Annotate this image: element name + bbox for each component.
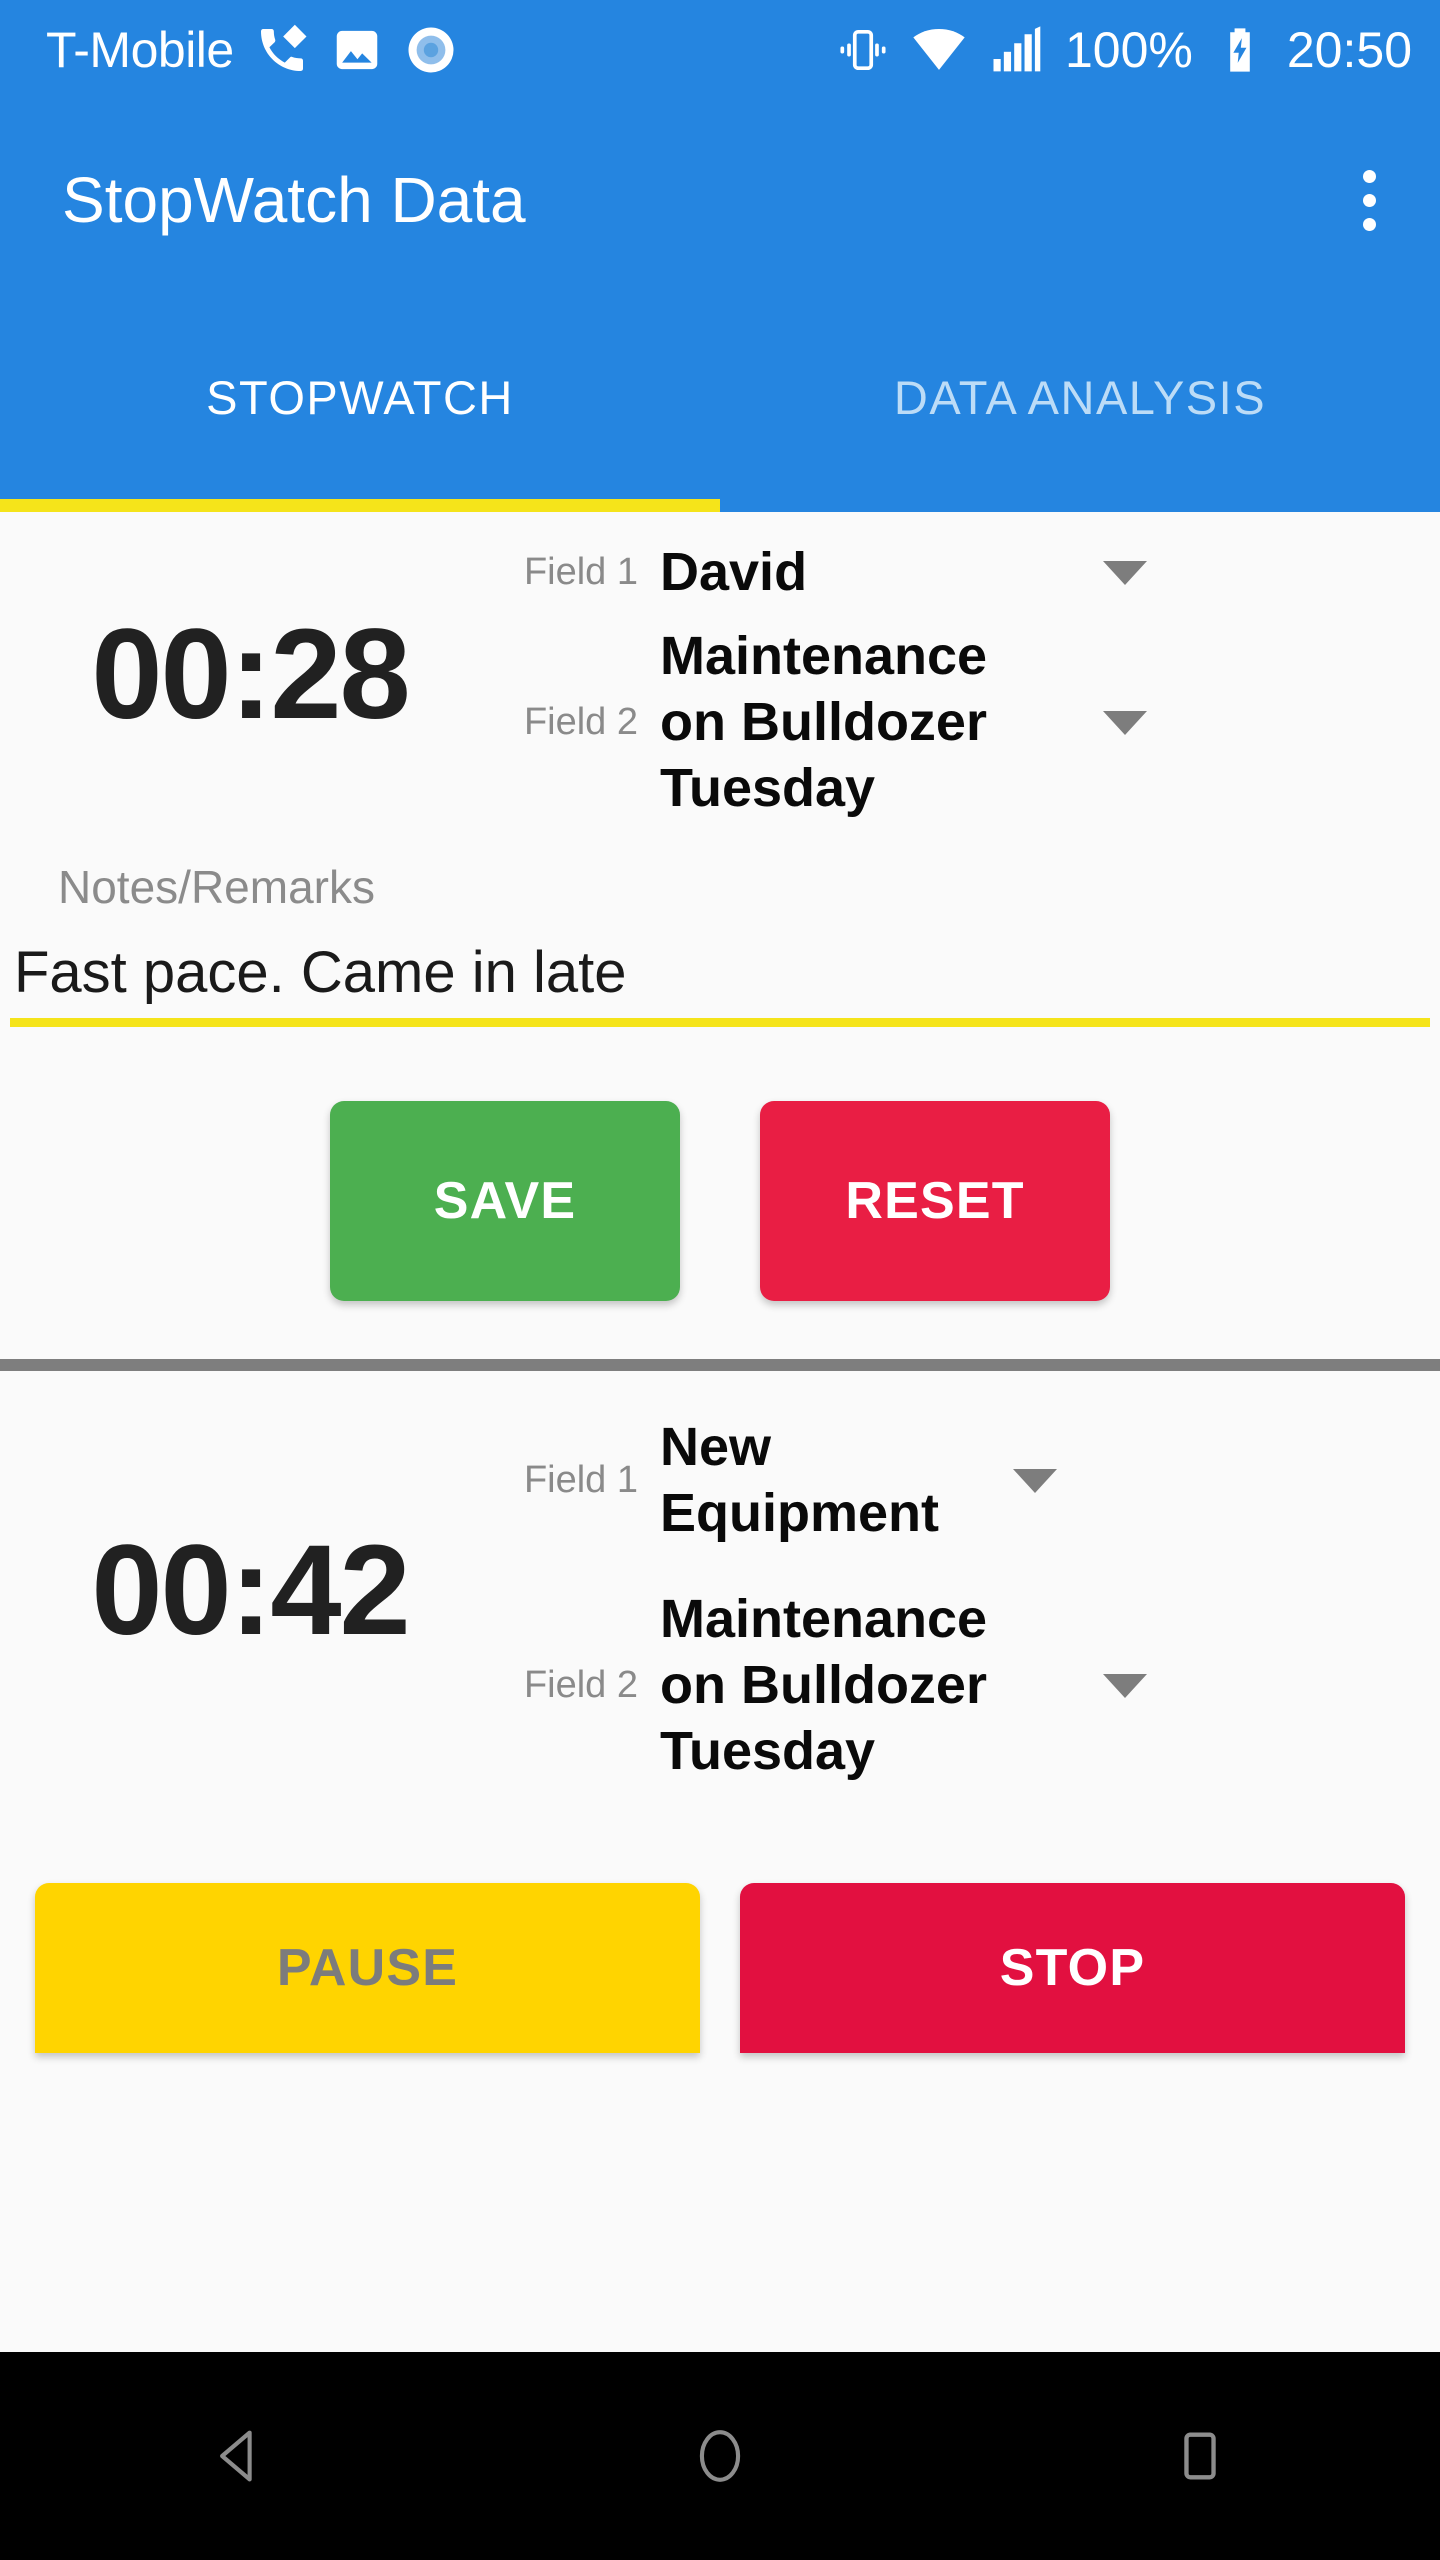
notes-input[interactable]: Fast pace. Came in late: [0, 910, 1440, 1018]
tab-active-indicator: [0, 499, 720, 512]
overflow-dot: [1363, 169, 1376, 183]
running-entry-card: 00:42 Field 1 New Equipment Field 2 Main…: [0, 1371, 1440, 2053]
status-bar-right: 100% 20:50: [837, 22, 1412, 78]
reset-button[interactable]: RESET: [760, 1101, 1110, 1301]
running-entry-field2-chevron-down-icon[interactable]: [1080, 1674, 1170, 1698]
android-nav-bar: [0, 2352, 1440, 2560]
home-circle-icon[interactable]: [645, 2381, 795, 2531]
circle-record-icon: [404, 23, 458, 77]
saved-entry-card: 00:28 Field 1 David Field 2 Maintenance …: [0, 512, 1440, 1359]
saved-entry-field1-chevron-down-icon[interactable]: [1080, 561, 1170, 585]
save-button[interactable]: SAVE: [330, 1101, 680, 1301]
saved-entry-field1-value: David: [660, 542, 808, 603]
phone-screen: T-Mobile 100% 20:50 StopWatch Data STOPW…: [0, 0, 1440, 2560]
saved-entry-field1-row[interactable]: Field 1 David: [500, 512, 1440, 608]
running-entry-button-row: PAUSE STOP: [0, 1811, 1440, 2053]
overflow-dot: [1363, 193, 1376, 207]
running-entry-fields: Field 1 New Equipment Field 2 Maintenanc…: [500, 1371, 1440, 1811]
notes-label: Notes/Remarks: [58, 861, 375, 913]
running-entry-field1-chevron-down-icon[interactable]: [990, 1469, 1080, 1493]
saved-entry-timer: 00:28: [91, 603, 410, 746]
running-entry-field2-label: Field 2: [523, 1664, 638, 1707]
running-entry-timer: 00:42: [91, 1519, 410, 1662]
carrier-label: T-Mobile: [46, 22, 234, 78]
running-entry-timer-wrap: 00:42: [0, 1371, 500, 1811]
saved-entry-field2-chevron-down-icon[interactable]: [1080, 711, 1170, 735]
running-entry-field1-value: New Equipment: [660, 1417, 939, 1543]
saved-entry-field1-label: Field 1: [523, 551, 638, 594]
image-icon: [330, 23, 384, 77]
running-entry-field1-row[interactable]: Field 1 New Equipment: [500, 1371, 1440, 1561]
tab-stopwatch-label: STOPWATCH: [206, 370, 514, 424]
recents-square-icon[interactable]: [1125, 2381, 1275, 2531]
running-entry-top-row: 00:42 Field 1 New Equipment Field 2 Main…: [0, 1371, 1440, 1811]
card-divider: [0, 1359, 1440, 1371]
tab-stopwatch[interactable]: STOPWATCH: [0, 300, 720, 512]
saved-entry-field2-label: Field 2: [523, 701, 638, 744]
saved-entry-top-row: 00:28 Field 1 David Field 2 Maintenance …: [0, 512, 1440, 838]
stop-button[interactable]: STOP: [740, 1883, 1405, 2053]
status-bar: T-Mobile 100% 20:50: [0, 0, 1440, 100]
stopwatch-tab-content: 00:28 Field 1 David Field 2 Maintenance …: [0, 512, 1440, 2352]
wifi-calling-icon: [254, 22, 310, 78]
battery-percent-label: 100%: [1064, 22, 1193, 78]
saved-entry-button-row: SAVE RESET: [0, 1027, 1440, 1359]
running-entry-field1-label: Field 1: [523, 1459, 638, 1502]
overflow-menu-button[interactable]: [1339, 152, 1400, 249]
status-bar-left: T-Mobile: [46, 22, 458, 78]
vibrate-icon: [837, 24, 889, 76]
tab-bar: STOPWATCH DATA ANALYSIS: [0, 300, 1440, 512]
cellular-signal-icon: [989, 23, 1043, 77]
running-entry-field2-row[interactable]: Field 2 Maintenance on Bulldozer Tuesday: [500, 1561, 1440, 1811]
saved-entry-fields: Field 1 David Field 2 Maintenance on Bul…: [500, 512, 1440, 838]
tab-data-analysis-label: DATA ANALYSIS: [893, 370, 1267, 424]
tab-data-analysis[interactable]: DATA ANALYSIS: [720, 300, 1440, 512]
back-triangle-icon[interactable]: [165, 2381, 315, 2531]
app-bar: StopWatch Data: [0, 100, 1440, 300]
page-title: StopWatch Data: [62, 164, 526, 236]
wifi-icon: [911, 22, 967, 78]
notes-input-underline: [10, 1018, 1430, 1027]
clock-label: 20:50: [1286, 22, 1412, 78]
overflow-dot: [1363, 217, 1376, 231]
saved-entry-field2-value: Maintenance on Bulldozer Tuesday: [660, 626, 988, 818]
saved-entry-timer-wrap: 00:28: [0, 512, 500, 838]
running-entry-field2-value: Maintenance on Bulldozer Tuesday: [660, 1589, 988, 1781]
battery-charging-icon: [1215, 25, 1265, 75]
saved-entry-field2-row[interactable]: Field 2 Maintenance on Bulldozer Tuesday: [500, 608, 1440, 838]
pause-button[interactable]: PAUSE: [35, 1883, 700, 2053]
